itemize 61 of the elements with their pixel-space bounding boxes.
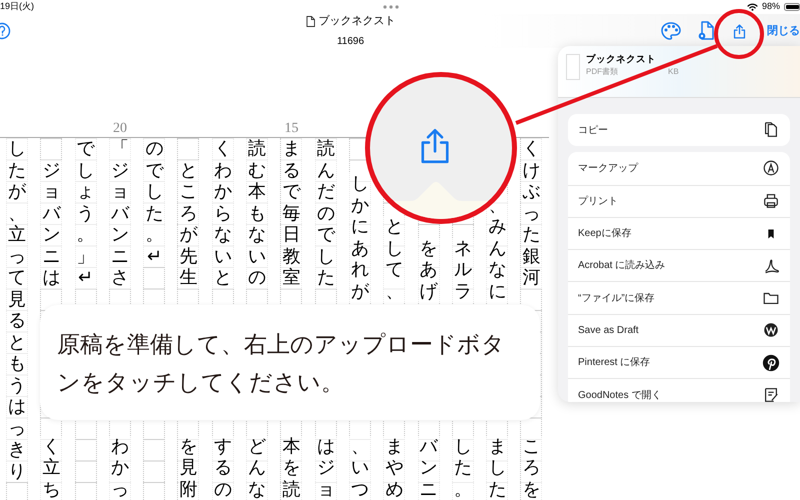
manuscript-text: ました	[486, 436, 508, 500]
manuscript-text: くけぶった銀河	[520, 138, 543, 288]
ruler-number: 20	[113, 121, 128, 137]
share-action[interactable]: コピー	[568, 114, 790, 146]
manuscript-text: わかっ	[109, 436, 132, 500]
share-action[interactable]: Keepに保存	[568, 216, 790, 250]
share-action[interactable]: “ファイル”に保存	[568, 281, 790, 314]
manuscript-text: するの	[212, 436, 234, 500]
manuscript-text: 読んだのでした	[314, 138, 337, 288]
manuscript-text: をあげ	[418, 238, 440, 302]
manuscript-text: のでした。↵	[143, 138, 166, 267]
manuscript-text: バンニ	[418, 436, 440, 500]
manuscript-text: 本を読	[280, 436, 303, 500]
ruler-number: 15	[284, 121, 299, 137]
document-icon	[306, 16, 314, 27]
copy-icon	[762, 121, 780, 140]
printer-icon	[762, 192, 780, 210]
manuscript-text: ところが先生	[178, 160, 200, 288]
file-thumbnail	[566, 54, 580, 80]
share-action[interactable]: Pinterest に保存	[568, 346, 790, 378]
p-circle-icon	[762, 354, 780, 372]
manuscript-text: したが、立って見るともうはっきり	[6, 138, 28, 482]
manuscript-text: ネルラ	[452, 238, 474, 302]
manuscript-text: 「ジョバンニさ	[109, 138, 132, 288]
manuscript-text: どんな	[246, 436, 268, 500]
manuscript-text: ころを	[520, 436, 543, 500]
date-label: 19日(火)	[0, 0, 34, 14]
instruction-text: 原稿を準備して、右上のアップロードボタンをタッチしてください。	[57, 330, 506, 396]
battery-percent: 98%	[762, 0, 780, 14]
manuscript-text: した。	[452, 436, 474, 500]
manuscript-text: くわからないと	[212, 138, 234, 288]
share-action[interactable]: Save as Draft	[568, 314, 790, 346]
manuscript-text: でしょう。」↵	[74, 138, 97, 288]
share-action[interactable]: Acrobat に読み込み	[568, 249, 790, 282]
file-type: PDF書類	[586, 66, 618, 77]
manuscript-text: ジョバンニは	[40, 160, 62, 288]
document-title: ブックネクスト	[318, 14, 396, 30]
pen-circle-icon	[762, 159, 780, 178]
manuscript-text: 読む本もないの	[246, 138, 268, 288]
palette-icon[interactable]	[661, 22, 681, 40]
manuscript-text: はジョ	[314, 436, 337, 500]
page-count: 11696	[336, 34, 364, 49]
share-action[interactable]: マークアップ	[568, 152, 790, 185]
highlight-ring	[714, 9, 764, 59]
share-action[interactable]: プリント	[568, 184, 790, 217]
file-size: KB	[668, 66, 679, 77]
multitask-dots-icon	[382, 5, 400, 9]
file-name: ブックネクスト	[586, 54, 657, 66]
battery-icon	[784, 3, 800, 11]
manuscript-text: く立ち	[40, 436, 62, 500]
manuscript-text: まるで毎日教室	[280, 138, 303, 288]
manuscript-text: しかにあれが	[349, 173, 372, 302]
manuscript-text: 、いつ	[349, 436, 372, 500]
wifi-icon	[746, 3, 758, 11]
manuscript-text: を見附	[178, 436, 200, 500]
notepad-pen-icon	[762, 386, 780, 402]
close-button[interactable]: 閉じる	[767, 22, 800, 40]
share-action[interactable]: GoodNotes で開く	[568, 378, 790, 402]
manuscript-text: まやめ	[383, 436, 406, 500]
document-gear-icon[interactable]	[698, 21, 714, 41]
w-circle-icon	[762, 321, 780, 340]
